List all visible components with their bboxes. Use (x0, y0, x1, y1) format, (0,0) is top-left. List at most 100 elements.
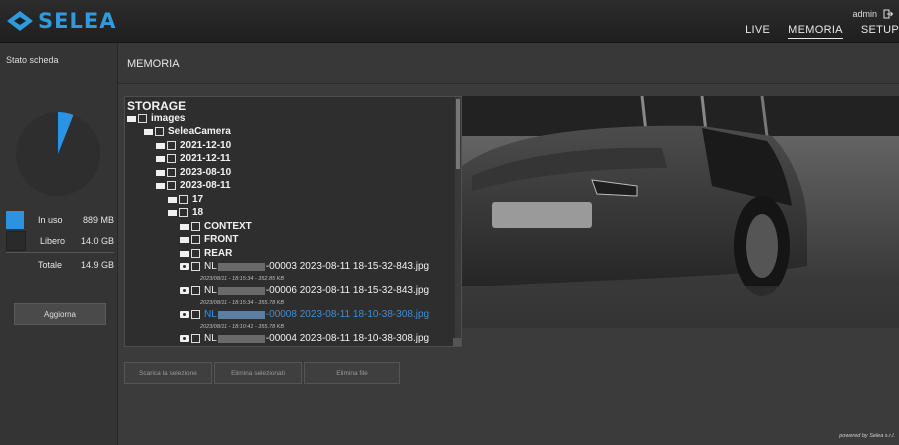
tree-root: STORAGE (127, 99, 187, 113)
file-meta: 2023/08/11 - 18:15:34 - 352.85 KB (200, 276, 284, 282)
selea-logo-icon (7, 11, 33, 31)
tree-folder-date[interactable]: 2023-08-10 (156, 167, 231, 178)
legend-used-swatch (6, 211, 24, 229)
checkbox[interactable] (167, 168, 176, 177)
storage-tree-panel: STORAGE images SeleaCamera 2021-12-10 20… (124, 96, 462, 347)
legend-total: Totale 14.9 GB (6, 252, 114, 275)
tree-folder-context[interactable]: CONTEXT (180, 221, 252, 232)
legend-used-label: In uso (38, 215, 63, 225)
nav-memoria[interactable]: MEMORIA (788, 24, 843, 39)
checkbox[interactable] (167, 154, 176, 163)
checkbox[interactable] (191, 334, 200, 343)
top-bar: SELEA admin LIVE MEMORIA SETUP (0, 0, 899, 43)
checkbox[interactable] (138, 114, 147, 123)
folder-icon (156, 155, 165, 162)
page-title: MEMORIA (127, 58, 180, 70)
folder-icon (168, 196, 177, 203)
checkbox[interactable] (191, 235, 200, 244)
checkbox[interactable] (167, 141, 176, 150)
tree-scrollbar[interactable] (455, 97, 461, 346)
logout-icon[interactable] (883, 9, 893, 19)
file-name: -00004 2023-08-11 18-10-38-308.jpg (265, 333, 430, 344)
tree-folder-date[interactable]: 2021-12-10 (156, 140, 231, 151)
file-name: -00006 2023-08-11 18-15-32-843.jpg (265, 285, 430, 296)
legend-used-value: 889 MB (82, 215, 114, 225)
tree-folder-front[interactable]: FRONT (180, 234, 238, 245)
file-prefix: NL (204, 261, 217, 272)
scrollbar-thumb[interactable] (456, 99, 460, 169)
nav-live[interactable]: LIVE (745, 24, 770, 39)
checkbox[interactable] (191, 310, 200, 319)
folder-icon (168, 209, 177, 216)
folder-label: 2021-12-11 (180, 153, 231, 164)
camera-icon (180, 287, 189, 294)
camera-icon (180, 263, 189, 270)
checkbox[interactable] (179, 195, 188, 204)
checkbox[interactable] (191, 286, 200, 295)
tree-file-selected[interactable]: NL -00008 2023-08-11 18-10-38-308.jpg (180, 309, 429, 320)
tree-folder-date[interactable]: 2023-08-11 (156, 180, 231, 191)
folder-label: 18 (192, 207, 204, 218)
image-preview (462, 96, 899, 328)
user-area: admin (852, 9, 893, 19)
checkbox[interactable] (191, 262, 200, 271)
legend-used: In uso 889 MB (6, 210, 114, 230)
legend-free-value: 14.0 GB (80, 236, 114, 246)
checkbox[interactable] (155, 127, 164, 136)
checkbox[interactable] (179, 208, 188, 217)
delete-files-button[interactable]: Elimina file (304, 362, 400, 384)
folder-label: 2021-12-10 (180, 140, 232, 151)
legend-total-spacer (6, 256, 24, 274)
checkbox[interactable] (167, 181, 176, 190)
redacted-plate (217, 262, 265, 271)
username[interactable]: admin (852, 9, 877, 19)
download-selection-button[interactable]: Scarica la selezione (124, 362, 212, 384)
legend-total-label: Totale (38, 260, 63, 270)
card-status-title: Stato scheda (6, 55, 59, 65)
folder-icon (127, 115, 136, 122)
tree-file[interactable]: NL -00003 2023-08-11 18-15-32-843.jpg (180, 261, 429, 272)
brand-name: SELEA (38, 9, 117, 33)
tree-file[interactable]: NL -00004 2023-08-11 18-10-38-308.jpg (180, 333, 429, 344)
usage-legend: In uso 889 MB Libero 14.0 GB Totale 14.9… (6, 210, 114, 276)
file-meta: 2023/08/11 - 18:10:41 - 355.78 KB (200, 324, 284, 330)
tree-folder-hour[interactable]: 17 (168, 194, 203, 205)
powered-by: powered by Selea s.r.l. (839, 433, 895, 439)
nav-setup[interactable]: SETUP (861, 24, 899, 39)
tree-folder-images[interactable]: images (127, 113, 185, 124)
folder-icon (156, 169, 165, 176)
brand-logo: SELEA (6, 9, 116, 33)
folder-label: SeleaCamera (168, 126, 231, 137)
folder-icon (180, 250, 189, 257)
storage-usage-pie-chart (16, 112, 100, 196)
file-prefix: NL (204, 285, 217, 296)
main-nav: LIVE MEMORIA SETUP (745, 24, 899, 39)
redacted-plate (217, 286, 265, 295)
sidebar: Stato scheda In uso 889 MB Libero 14.0 G… (0, 43, 118, 445)
tree-folder-hour[interactable]: 18 (168, 207, 203, 218)
file-prefix: NL (204, 333, 217, 344)
folder-label: 17 (192, 194, 204, 205)
folder-icon (180, 236, 189, 243)
refresh-button[interactable]: Aggiorna (14, 303, 106, 325)
folder-icon (180, 223, 189, 230)
folder-icon (144, 128, 153, 135)
folder-label: FRONT (204, 234, 239, 245)
checkbox[interactable] (191, 222, 200, 231)
delete-selected-button[interactable]: Elimina selezionati (214, 362, 302, 384)
legend-free-label: Libero (40, 236, 66, 246)
section-header: MEMORIA (118, 43, 899, 84)
legend-total-value: 14.9 GB (80, 260, 114, 270)
tree-folder-seleacamera[interactable]: SeleaCamera (144, 126, 231, 137)
file-meta: 2023/08/11 - 18:15:34 - 355.78 KB (200, 300, 284, 306)
tree-file[interactable]: NL -00006 2023-08-11 18-15-32-843.jpg (180, 285, 429, 296)
legend-free: Libero 14.0 GB (6, 231, 114, 251)
redacted-plate (217, 334, 265, 343)
tree-folder-date[interactable]: 2021-12-11 (156, 153, 231, 164)
file-name: -00003 2023-08-11 18-15-32-843.jpg (265, 261, 430, 272)
resize-handle[interactable] (453, 338, 461, 346)
camera-icon (180, 335, 189, 342)
checkbox[interactable] (191, 249, 200, 258)
tree-folder-rear[interactable]: REAR (180, 248, 232, 259)
folder-icon (156, 142, 165, 149)
